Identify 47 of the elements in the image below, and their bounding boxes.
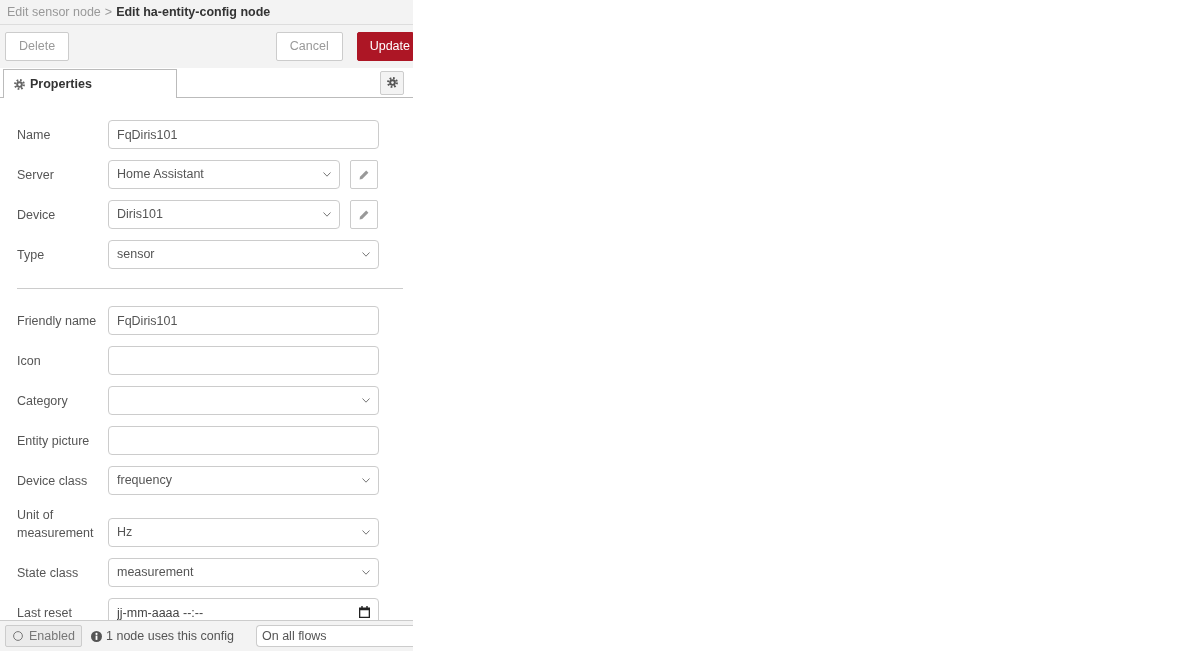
calendar-icon: [359, 606, 370, 618]
select-field[interactable]: frequency: [108, 466, 379, 495]
info-icon: [91, 630, 102, 642]
field-label: Device: [17, 207, 57, 224]
chevron-down-icon: [362, 530, 370, 535]
field-label: State class: [17, 565, 80, 582]
pencil-icon: [359, 169, 369, 180]
field-label: Unit of measurement: [17, 507, 95, 542]
breadcrumb-separator: >: [104, 3, 113, 21]
field-label: Type: [17, 247, 46, 264]
field-label: Icon: [17, 353, 42, 370]
settings-icon: [14, 78, 25, 90]
field-label: Friendly name: [17, 313, 98, 330]
chevron-down-icon: [323, 172, 331, 177]
select-field[interactable]: sensor: [108, 240, 379, 269]
select-field[interactable]: Home Assistant: [108, 160, 340, 189]
text-input[interactable]: FqDiris101: [108, 306, 379, 335]
tab[interactable]: Properties: [3, 69, 177, 98]
field-label: Name: [17, 127, 52, 144]
select-field[interactable]: [108, 386, 379, 415]
field-label: Device class: [17, 473, 89, 490]
settings-icon: [386, 77, 398, 88]
select-field[interactable]: Hz: [108, 518, 379, 547]
field-label: Entity picture: [17, 433, 91, 450]
enabled-toggle[interactable]: Enabled: [5, 625, 82, 647]
text-input[interactable]: [108, 426, 379, 455]
chevron-down-icon: [362, 478, 370, 483]
text-input[interactable]: FqDiris101: [108, 120, 379, 149]
usage-text: 1 node uses this config: [106, 627, 234, 645]
chevron-down-icon: [362, 570, 370, 575]
edit-button[interactable]: [350, 200, 378, 229]
field-label: Last reset: [17, 605, 73, 620]
field-label: Category: [17, 393, 69, 410]
datetime-field[interactable]: jj-mm-aaaa --:--: [108, 598, 379, 620]
chevron-down-icon: [362, 252, 370, 257]
chevron-down-icon: [362, 398, 370, 403]
settings-button[interactable]: [380, 70, 404, 95]
breadcrumb-current: Edit ha-entity-config node: [116, 3, 271, 21]
field-label: Server: [17, 167, 55, 184]
select-field[interactable]: measurement: [108, 558, 379, 587]
edit-button[interactable]: [350, 160, 378, 189]
select-field[interactable]: Diris101: [108, 200, 340, 229]
scope-select[interactable]: On all flows: [256, 625, 413, 647]
update-button[interactable]: Update: [356, 32, 413, 61]
pencil-icon: [359, 209, 369, 220]
chevron-down-icon: [323, 212, 331, 217]
text-input[interactable]: [108, 346, 379, 375]
